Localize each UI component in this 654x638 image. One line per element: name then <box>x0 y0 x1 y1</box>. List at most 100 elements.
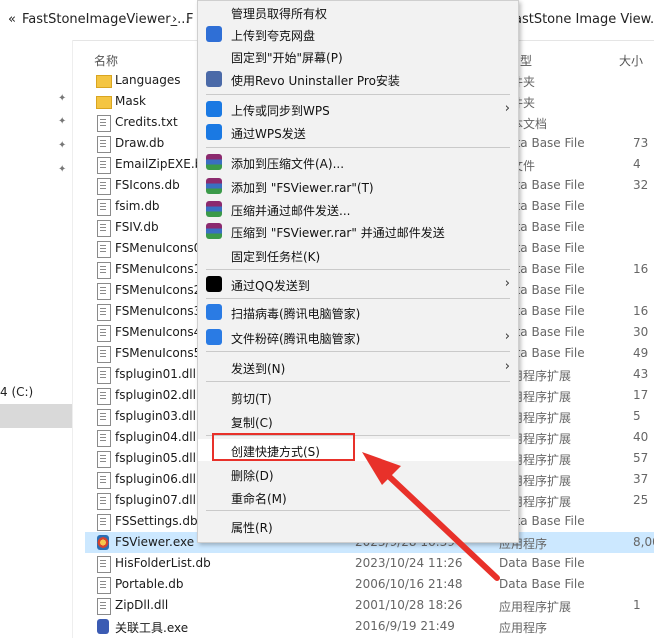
pin-icon: ✦ <box>58 164 67 175</box>
breadcrumb-current[interactable]: astStone Image View... <box>514 12 654 27</box>
menu-item[interactable]: 扫描病毒(腾讯电脑管家) <box>198 301 518 323</box>
menu-item-label: 使用Revo Uninstaller Pro安装 <box>231 74 400 88</box>
menu-item[interactable]: 使用Revo Uninstaller Pro安装 <box>198 68 518 90</box>
annotation-highlight-box <box>212 433 355 461</box>
menu-item-label: 添加到压缩文件(A)... <box>231 157 345 171</box>
rar-icon <box>206 201 222 217</box>
menu-item-label: 文件粉碎(腾讯电脑管家) <box>231 332 361 346</box>
file-icon <box>97 220 111 237</box>
breadcrumb-separator: › <box>172 12 178 27</box>
wps-icon <box>206 101 222 117</box>
file-size: 30 <box>633 325 649 339</box>
menu-item[interactable]: 添加到 "FSViewer.rar"(T) <box>198 175 518 197</box>
menu-item[interactable]: 添加到压缩文件(A)... <box>198 151 518 173</box>
shield-icon <box>206 304 222 320</box>
file-size: 49 <box>633 346 649 360</box>
file-icon <box>97 472 111 489</box>
menu-item[interactable]: 压缩到 "FSViewer.rar" 并通过邮件发送 <box>198 220 518 242</box>
menu-separator <box>206 147 510 148</box>
submenu-arrow-icon: › <box>504 101 510 116</box>
nav-selected-item[interactable] <box>0 404 72 428</box>
file-name: fsplugin02.dll <box>115 388 196 402</box>
column-header-size[interactable]: 大小 <box>619 52 643 69</box>
breadcrumb-partial[interactable]: F <box>186 12 193 27</box>
menu-item[interactable]: 通过QQ发送到 › <box>198 273 518 295</box>
menu-item[interactable]: 剪切(T) <box>198 386 518 408</box>
tool-icon <box>97 619 109 634</box>
file-icon <box>97 598 111 615</box>
file-icon <box>97 115 111 132</box>
file-row[interactable]: HisFolderList.db 2023/10/24 11:26 Data Bas… <box>85 553 654 574</box>
cloud-icon <box>206 26 222 42</box>
menu-item[interactable]: 通过WPS发送 <box>198 121 518 143</box>
file-name: HisFolderList.db <box>115 556 211 570</box>
breadcrumb-folder[interactable]: FastStoneImageViewer_... <box>22 12 189 27</box>
qq-icon <box>206 276 222 292</box>
file-name: fsplugin01.dll <box>115 367 196 381</box>
file-name: FSMenuIcons1 <box>115 262 202 276</box>
file-type: Data Base File <box>499 556 585 570</box>
menu-item-label: 上传到夸克网盘 <box>231 29 316 43</box>
menu-item[interactable]: 发送到(N) › <box>198 356 518 378</box>
file-icon <box>97 199 111 216</box>
file-name: fsplugin06.dll <box>115 472 196 486</box>
folder-icon <box>96 96 112 109</box>
menu-item[interactable]: 文件粉碎(腾讯电脑管家) › <box>198 326 518 348</box>
file-row[interactable]: ZipDll.dll 2001/10/28 18:26 应用程序扩展 1 <box>85 595 654 616</box>
file-type: 应用程序扩展 <box>499 600 572 614</box>
file-date: 2016/9/19 21:49 <box>355 619 455 633</box>
file-icon <box>97 514 111 531</box>
menu-item[interactable]: 复制(C) <box>198 410 518 432</box>
file-icon <box>97 493 111 510</box>
pin-icon: ✦ <box>58 140 67 151</box>
file-row[interactable]: Portable.db 2006/10/16 21:48 Data Base Fil… <box>85 574 654 595</box>
file-name: FSMenuIcons4 <box>115 325 202 339</box>
file-name: 关联工具.exe <box>115 621 189 635</box>
column-header-name[interactable]: 名称 <box>94 52 118 69</box>
file-icon <box>97 262 111 279</box>
menu-item-label: 固定到"开始"屏幕(P) <box>231 51 343 65</box>
file-size: 73 <box>633 136 649 150</box>
menu-item-label: 发送到(N) <box>231 362 286 376</box>
rar-icon <box>206 223 222 239</box>
menu-item[interactable]: 压缩并通过邮件发送... <box>198 198 518 220</box>
file-icon <box>97 409 111 426</box>
file-name: FSMenuIcons2 <box>115 283 202 297</box>
menu-item-label: 上传或同步到WPS <box>231 104 330 118</box>
column-header-type[interactable]: 型 <box>520 52 532 69</box>
file-name: fsplugin03.dll <box>115 409 196 423</box>
pin-icon: ✦ <box>58 93 67 104</box>
menu-item-label: 管理员取得所有权 <box>231 7 328 21</box>
file-name: FSMenuIcons3 <box>115 304 202 318</box>
file-name: fsplugin07.dll <box>115 493 196 507</box>
breadcrumb-back-chevrons[interactable]: « <box>8 12 16 27</box>
menu-item[interactable]: 重命名(M) <box>198 486 518 508</box>
send-icon <box>206 124 222 140</box>
menu-separator <box>206 510 510 511</box>
file-name: FSViewer.exe <box>115 535 195 549</box>
pane-divider[interactable] <box>72 40 73 638</box>
file-icon <box>97 451 111 468</box>
menu-item-label: 添加到 "FSViewer.rar"(T) <box>231 181 374 195</box>
menu-item[interactable]: 固定到任务栏(K) <box>198 244 518 266</box>
menu-item-label: 通过WPS发送 <box>231 127 306 141</box>
file-row[interactable]: 关联工具.exe 2016/9/19 21:49 应用程序 <box>85 616 654 637</box>
revo-icon <box>206 71 222 87</box>
menu-item[interactable]: 固定到"开始"屏幕(P) <box>198 45 518 67</box>
pin-icon: ✦ <box>58 116 67 127</box>
menu-item[interactable]: 上传或同步到WPS › <box>198 98 518 120</box>
file-size: 16 <box>633 262 649 276</box>
rar-icon <box>206 154 222 170</box>
menu-item[interactable]: 管理员取得所有权 <box>198 1 518 23</box>
menu-item[interactable]: 删除(D) <box>198 463 518 485</box>
file-type: 应用程序 <box>499 621 548 635</box>
file-icon <box>97 136 111 153</box>
menu-item[interactable]: 属性(R) <box>198 515 518 537</box>
file-name: Mask <box>115 94 146 108</box>
file-size: 43 <box>633 367 649 381</box>
menu-item[interactable]: 上传到夸克网盘 <box>198 23 518 45</box>
menu-separator <box>206 381 510 382</box>
nav-drive-c[interactable]: 4 (C:) <box>0 385 33 399</box>
file-name: FSSettings.db <box>115 514 198 528</box>
file-name: Credits.txt <box>115 115 178 129</box>
